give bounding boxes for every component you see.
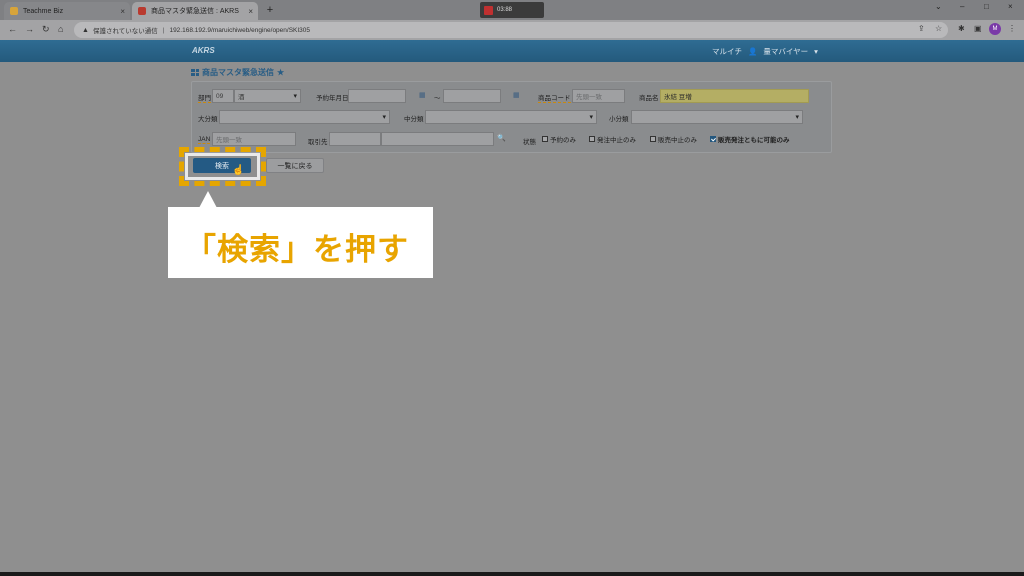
- browser-tab-akrs[interactable]: 商品マスタ緊急送信 : AKRS ×: [132, 2, 258, 20]
- sidepanel-icon[interactable]: ▣: [974, 24, 982, 33]
- checkbox-icon: [589, 136, 595, 142]
- forward-icon[interactable]: →: [25, 24, 34, 34]
- warning-icon: ▲: [82, 26, 89, 34]
- department-name: 酒: [238, 94, 245, 101]
- product-name-label: 商品名: [639, 95, 659, 102]
- status-sellable-orderable-checkbox[interactable]: 販売発注ともに可能のみ: [710, 134, 790, 144]
- minor-category-select[interactable]: [631, 110, 803, 124]
- app-header: AKRS マルイチ 👤 量マバイヤー ▾: [0, 40, 1024, 62]
- highlight-frame: [179, 147, 266, 186]
- tab-title: Teachme Biz: [23, 7, 64, 15]
- checkbox-checked-icon: [710, 136, 716, 142]
- status-sales-stopped-checkbox[interactable]: 販売中止のみ: [650, 134, 697, 144]
- share-icon[interactable]: ⇪: [918, 24, 925, 33]
- search-icon[interactable]: 🔍: [497, 134, 506, 142]
- checkbox-label: 販売発注ともに可能のみ: [718, 137, 790, 144]
- browser-tab-teachme[interactable]: Teachme Biz ×: [4, 2, 130, 20]
- url-text: 192.168.192.9/maruichiweb/engine/open/SK…: [169, 26, 311, 34]
- divider: |: [162, 26, 165, 34]
- maximize-button[interactable]: □: [984, 2, 989, 11]
- chevron-down-icon: ▾: [814, 47, 818, 56]
- minor-category-label: 小分類: [609, 116, 629, 123]
- extensions-icon[interactable]: ✱: [958, 24, 965, 33]
- status-label: 状態: [523, 139, 536, 146]
- user-icon: 👤: [748, 47, 758, 56]
- back-to-list-button[interactable]: 一覧に戻る: [266, 158, 324, 173]
- reload-icon[interactable]: ↻: [42, 24, 50, 35]
- back-icon[interactable]: ←: [8, 24, 17, 34]
- page-title-text: 商品マスタ緊急送信: [202, 68, 274, 77]
- profile-avatar[interactable]: M: [989, 23, 1001, 35]
- checkbox-icon: [542, 136, 548, 142]
- reserve-date-label: 予約年月日: [316, 95, 349, 102]
- home-icon[interactable]: ⌂: [58, 24, 63, 34]
- status-reserved-only-checkbox[interactable]: 予約のみ: [542, 134, 576, 144]
- jan-label: JAN: [198, 136, 211, 144]
- mid-category-label: 中分類: [404, 116, 424, 123]
- tab-search-icon[interactable]: ⌄: [935, 2, 942, 11]
- security-warning: 保護されていない通信: [92, 28, 158, 35]
- app-logo[interactable]: AKRS: [192, 46, 215, 55]
- tab-title: 商品マスタ緊急送信 : AKRS: [151, 8, 239, 15]
- callout-arrow: [199, 191, 217, 208]
- major-category-label: 大分類: [198, 116, 218, 123]
- jan-field[interactable]: 先頭一致: [212, 132, 296, 146]
- hand-cursor-icon: ☝: [232, 165, 245, 176]
- calendar-icon[interactable]: ▦: [419, 91, 426, 99]
- browser-toolbar: ← → ↻ ⌂ ▲ 保護されていない通信 | 192.168.192.9/mar…: [0, 20, 1024, 40]
- favorite-star-icon[interactable]: ★: [277, 68, 284, 77]
- minimize-button[interactable]: –: [960, 2, 964, 11]
- page-title: 商品マスタ緊急送信 ★: [191, 67, 284, 78]
- reserve-date-to-field[interactable]: [443, 89, 501, 103]
- teachme-favicon-icon: [10, 7, 18, 15]
- checkbox-label: 発注中止のみ: [597, 137, 636, 144]
- department-code-field[interactable]: 09: [212, 89, 234, 103]
- department-select[interactable]: 酒: [234, 89, 301, 103]
- supplier-name-field: [381, 132, 494, 146]
- close-tab-icon[interactable]: ×: [248, 7, 253, 16]
- akrs-favicon-icon: [138, 7, 146, 15]
- calendar-icon[interactable]: ▦: [513, 91, 520, 99]
- product-code-label: 商品コード: [538, 92, 571, 103]
- reserve-date-from-field[interactable]: [348, 89, 406, 103]
- department-label: 部門: [198, 92, 211, 103]
- close-window-button[interactable]: ×: [1008, 2, 1013, 11]
- user-menu[interactable]: マルイチ 👤 量マバイヤー ▾: [712, 46, 818, 57]
- checkbox-label: 販売中止のみ: [658, 137, 697, 144]
- bookmark-star-icon[interactable]: ☆: [935, 24, 942, 33]
- mid-category-select[interactable]: [425, 110, 597, 124]
- menu-icon[interactable]: ⋮: [1008, 24, 1016, 33]
- bottom-bar: [0, 572, 1024, 576]
- checkbox-label: 予約のみ: [550, 137, 576, 144]
- date-range-separator: ～: [434, 95, 441, 102]
- checkbox-icon: [650, 136, 656, 142]
- product-code-field[interactable]: 先頭一致: [572, 89, 625, 103]
- supplier-code-field[interactable]: [329, 132, 381, 146]
- user-name: 量マバイヤー: [763, 47, 809, 56]
- instruction-text: 「検索」を押す: [185, 232, 409, 267]
- product-name-field[interactable]: 氷結 豆増: [660, 89, 809, 103]
- grid-icon: [191, 69, 199, 76]
- browser-tab-bar: Teachme Biz × 商品マスタ緊急送信 : AKRS × + 03:88…: [0, 0, 1024, 20]
- record-icon[interactable]: [484, 5, 493, 15]
- address-bar[interactable]: ▲ 保護されていない通信 | 192.168.192.9/maruichiweb…: [74, 22, 948, 38]
- supplier-label: 取引先: [308, 139, 328, 146]
- new-tab-button[interactable]: +: [263, 3, 277, 17]
- recorder-time: 03:88: [497, 7, 513, 13]
- user-company: マルイチ: [712, 47, 742, 56]
- screen-recorder: 03:88: [480, 2, 544, 18]
- close-tab-icon[interactable]: ×: [120, 7, 125, 16]
- status-order-stopped-checkbox[interactable]: 発注中止のみ: [589, 134, 636, 144]
- major-category-select[interactable]: [219, 110, 390, 124]
